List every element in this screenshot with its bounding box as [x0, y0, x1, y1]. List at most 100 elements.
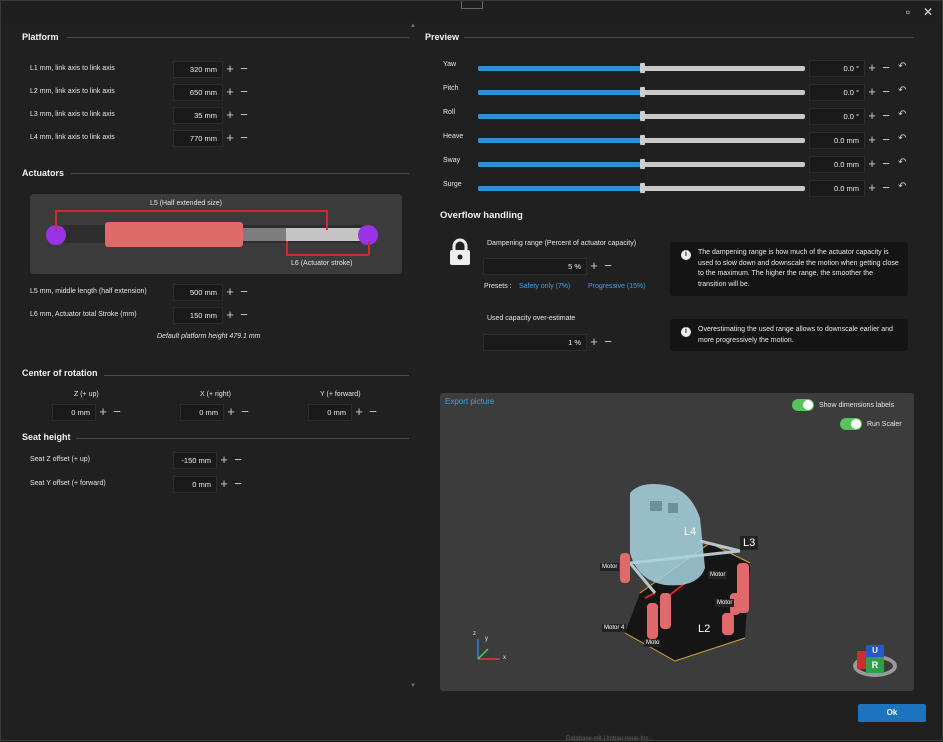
- platform-input[interactable]: 35 mm: [173, 107, 223, 124]
- seat-minus-button[interactable]: −: [232, 477, 244, 491]
- center-2-input[interactable]: 0 mm: [308, 404, 352, 421]
- reset-icon[interactable]: ↶: [898, 61, 906, 72]
- l5-caption: L5 (Half extended size): [150, 200, 222, 207]
- view-cube-up-face[interactable]: U: [866, 645, 884, 657]
- actuators-plus-button[interactable]: +: [224, 308, 236, 322]
- seat-input[interactable]: -150 mm: [173, 452, 217, 469]
- dimension-label-l2: L2: [698, 623, 711, 635]
- preview-value-input[interactable]: 0.0 °: [809, 108, 865, 125]
- platform-plus-button[interactable]: +: [224, 85, 236, 99]
- actuators-minus-button[interactable]: −: [238, 308, 250, 322]
- seat-plus-button[interactable]: +: [218, 453, 230, 467]
- dampening-plus-button[interactable]: +: [588, 259, 600, 273]
- center-minus-button[interactable]: −: [111, 405, 123, 419]
- platform-minus-button[interactable]: −: [238, 131, 250, 145]
- preview-value-input[interactable]: 0.0 mm: [809, 156, 865, 173]
- preview-slider-thumb[interactable]: [639, 63, 645, 73]
- close-icon[interactable]: ✕: [921, 5, 935, 19]
- dampening-input[interactable]: 5 %: [483, 258, 587, 275]
- info-icon: i: [681, 250, 691, 260]
- preview-slider-thumb[interactable]: [639, 183, 645, 193]
- preview-plus-button[interactable]: +: [866, 157, 878, 171]
- platform-input[interactable]: 320 mm: [173, 61, 223, 78]
- platform-input[interactable]: 650 mm: [173, 84, 223, 101]
- preview-minus-button[interactable]: −: [880, 133, 892, 147]
- overestimate-plus-button[interactable]: +: [588, 335, 600, 349]
- platform-label: L1 mm, link axis to link axis: [30, 65, 115, 72]
- center-plus-button[interactable]: +: [225, 405, 237, 419]
- info-icon: i: [681, 327, 691, 337]
- preview-minus-button[interactable]: −: [880, 61, 892, 75]
- ok-button[interactable]: Ok: [858, 704, 926, 722]
- dampening-minus-button[interactable]: −: [602, 259, 614, 273]
- preview-minus-button[interactable]: −: [880, 181, 892, 195]
- motor-label: Motor: [715, 599, 735, 607]
- preview-plus-button[interactable]: +: [866, 61, 878, 75]
- preview-value-input[interactable]: 0.0 °: [809, 60, 865, 77]
- preview-plus-button[interactable]: +: [866, 109, 878, 123]
- center-0-input[interactable]: 0 mm: [52, 404, 96, 421]
- platform-plus-button[interactable]: +: [224, 108, 236, 122]
- reset-icon[interactable]: ↶: [898, 157, 906, 168]
- preview-value-input[interactable]: 0.0 mm: [809, 180, 865, 197]
- maximize-icon[interactable]: ▫: [901, 5, 915, 19]
- actuators-input[interactable]: 500 mm: [173, 284, 223, 301]
- platform-plus-button[interactable]: +: [224, 131, 236, 145]
- center-minus-button[interactable]: −: [367, 405, 379, 419]
- seat-minus-button[interactable]: −: [232, 453, 244, 467]
- reset-icon[interactable]: ↶: [898, 133, 906, 144]
- preview-slider-thumb[interactable]: [639, 87, 645, 97]
- platform-plus-button[interactable]: +: [224, 62, 236, 76]
- preview-slider-fill: [478, 114, 642, 119]
- platform-minus-button[interactable]: −: [238, 62, 250, 76]
- preview-slider-thumb[interactable]: [639, 159, 645, 169]
- reset-icon[interactable]: ↶: [898, 181, 906, 192]
- preview-slider-thumb[interactable]: [639, 135, 645, 145]
- preview-plus-button[interactable]: +: [866, 181, 878, 195]
- platform-minus-button[interactable]: −: [238, 85, 250, 99]
- reset-icon[interactable]: ↶: [898, 109, 906, 120]
- actuators-label: L6 mm, Actuator total Stroke (mm): [30, 311, 137, 318]
- dampening-info-box: i The dampening range is how much of the…: [670, 242, 908, 296]
- preview-value-input[interactable]: 0.0 °: [809, 84, 865, 101]
- platform-minus-button[interactable]: −: [238, 108, 250, 122]
- center-heading: Center of rotation: [22, 368, 98, 378]
- preview-minus-button[interactable]: −: [880, 157, 892, 171]
- seat-plus-button[interactable]: +: [218, 477, 230, 491]
- scroll-up-icon[interactable]: ▲: [410, 23, 416, 29]
- 3d-viewport[interactable]: Export picture Show dimensions labels Ru…: [440, 393, 914, 691]
- reset-icon[interactable]: ↶: [898, 85, 906, 96]
- preview-slider-fill: [478, 90, 642, 95]
- preview-slider-fill: [478, 66, 642, 71]
- preset-progressive-link[interactable]: Progressive (15%): [588, 283, 646, 290]
- platform-input[interactable]: 770 mm: [173, 130, 223, 147]
- center-1-input[interactable]: 0 mm: [180, 404, 224, 421]
- view-cube[interactable]: U R: [850, 641, 900, 681]
- drag-handle[interactable]: [461, 1, 483, 9]
- preview-plus-button[interactable]: +: [866, 85, 878, 99]
- actuator-body: [105, 222, 243, 247]
- actuators-minus-button[interactable]: −: [238, 285, 250, 299]
- motion-rig-render: [620, 484, 751, 662]
- center-plus-button[interactable]: +: [97, 405, 109, 419]
- preview-minus-button[interactable]: −: [880, 85, 892, 99]
- actuators-input[interactable]: 150 mm: [173, 307, 223, 324]
- scroll-down-icon[interactable]: ▼: [410, 683, 416, 689]
- preview-value-input[interactable]: 0.0 mm: [809, 132, 865, 149]
- overestimate-input[interactable]: 1 %: [483, 334, 587, 351]
- center-minus-button[interactable]: −: [239, 405, 251, 419]
- preview-minus-button[interactable]: −: [880, 109, 892, 123]
- preview-slider-label: Pitch: [443, 85, 459, 92]
- preview-slider-fill: [478, 186, 642, 191]
- preview-plus-button[interactable]: +: [866, 133, 878, 147]
- preset-safety-link[interactable]: Safety only (7%): [519, 283, 570, 290]
- center-plus-button[interactable]: +: [353, 405, 365, 419]
- preview-slider-thumb[interactable]: [639, 111, 645, 121]
- center-1-label: X (+ right): [200, 391, 231, 398]
- preview-slider-label: Heave: [443, 133, 464, 140]
- actuators-plus-button[interactable]: +: [224, 285, 236, 299]
- overestimate-minus-button[interactable]: −: [602, 335, 614, 349]
- seat-input[interactable]: 0 mm: [173, 476, 217, 493]
- view-cube-right-face[interactable]: R: [866, 657, 884, 673]
- dimension-label-l3: L3: [740, 536, 759, 550]
